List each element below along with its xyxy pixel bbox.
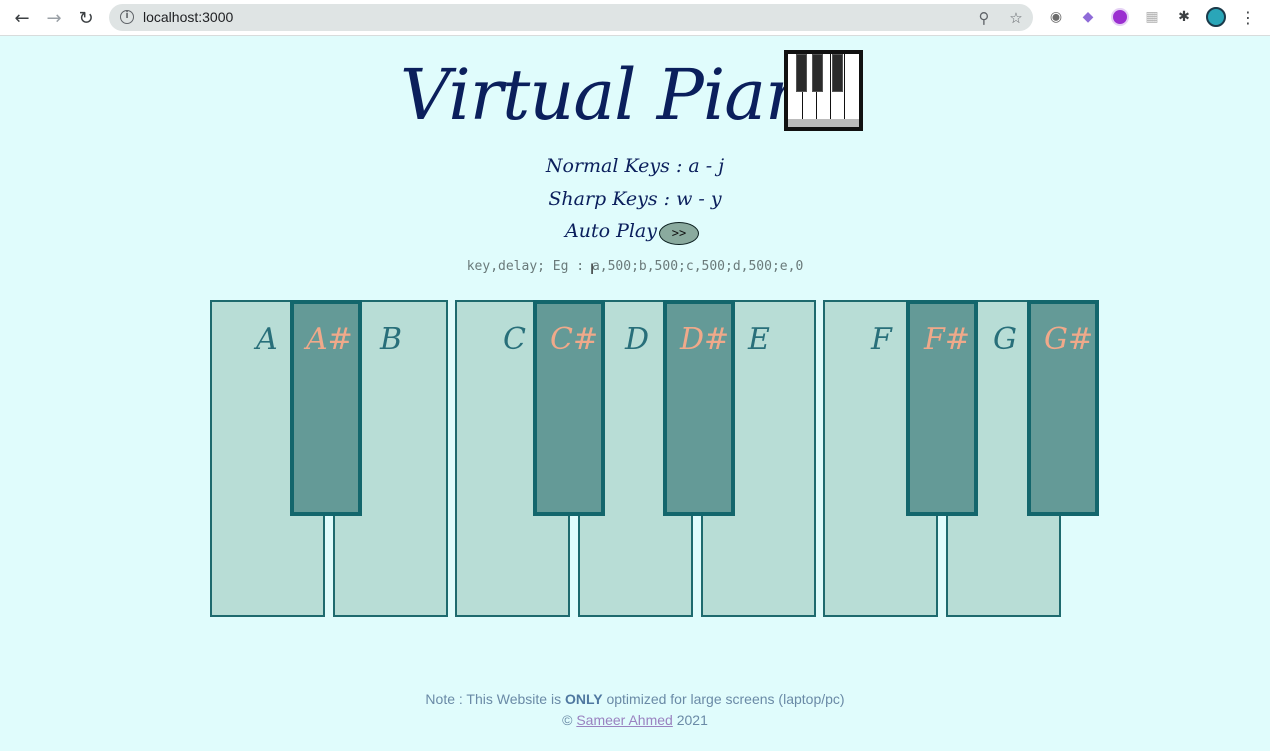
text-cursor-icon: I xyxy=(590,262,595,278)
reload-icon[interactable]: ↻ xyxy=(74,6,98,30)
footer-note-emphasis: ONLY xyxy=(564,691,603,707)
key-label-b: B xyxy=(380,322,403,357)
key-label-g-sharp: G# xyxy=(1044,322,1094,357)
key-label-d: D xyxy=(625,322,650,357)
page-title: Virtual Piano xyxy=(400,54,851,136)
autoplay-sequence-input[interactable] xyxy=(455,255,815,277)
key-label-c-sharp: C# xyxy=(550,322,599,357)
footer-note-suffix: optimized for large screens (laptop/pc) xyxy=(602,691,845,707)
piano-logo-icon xyxy=(784,50,863,131)
puzzle-extensions-icon[interactable]: ✱ xyxy=(1174,7,1194,27)
key-label-c: C xyxy=(503,322,526,357)
color-picker-extension-icon[interactable] xyxy=(1110,7,1130,27)
footer-copyright: © Sameer Ahmed 2021 xyxy=(0,712,1270,728)
bug-extension-icon[interactable]: ◉ xyxy=(1046,7,1066,27)
back-icon[interactable]: ← xyxy=(10,6,34,30)
copyright-year: 2021 xyxy=(676,712,708,728)
site-info-icon[interactable]: i xyxy=(120,10,134,24)
profile-avatar[interactable] xyxy=(1206,7,1226,27)
address-bar[interactable]: i localhost:3000 ⚲ ☆ xyxy=(109,4,1033,31)
browser-toolbar: ← → ↻ i localhost:3000 ⚲ ☆ ◉ ◆ ▦ ✱ ⋮ xyxy=(0,0,1270,36)
url-text: localhost:3000 xyxy=(143,9,234,25)
zoom-icon[interactable]: ⚲ xyxy=(973,7,995,29)
key-label-a: A xyxy=(256,322,278,357)
key-label-g: G xyxy=(993,322,1017,357)
sharp-keys-hint: Sharp Keys : w - y xyxy=(548,188,722,210)
auto-play-button[interactable]: >> xyxy=(659,222,699,245)
extension-icon[interactable]: ◆ xyxy=(1078,7,1098,27)
menu-kebab-icon[interactable]: ⋮ xyxy=(1238,7,1258,27)
forward-icon[interactable]: → xyxy=(42,6,66,30)
normal-keys-hint: Normal Keys : a - j xyxy=(545,155,725,177)
key-label-e: E xyxy=(748,322,770,357)
footer-note-prefix: Note : This Website is xyxy=(425,691,565,707)
author-link[interactable]: Sameer Ahmed xyxy=(576,712,673,728)
key-label-d-sharp: D# xyxy=(680,322,730,357)
key-label-f-sharp: F# xyxy=(924,322,970,357)
auto-play-label: Auto Play : xyxy=(565,220,670,242)
footer-note: Note : This Website is ONLY optimized fo… xyxy=(0,691,1270,707)
key-label-f: F xyxy=(871,322,892,357)
copyright-symbol: © xyxy=(562,712,573,728)
key-label-a-sharp: A# xyxy=(306,322,353,357)
bookmark-star-icon[interactable]: ☆ xyxy=(1005,7,1027,29)
grid-extension-icon[interactable]: ▦ xyxy=(1142,7,1162,27)
